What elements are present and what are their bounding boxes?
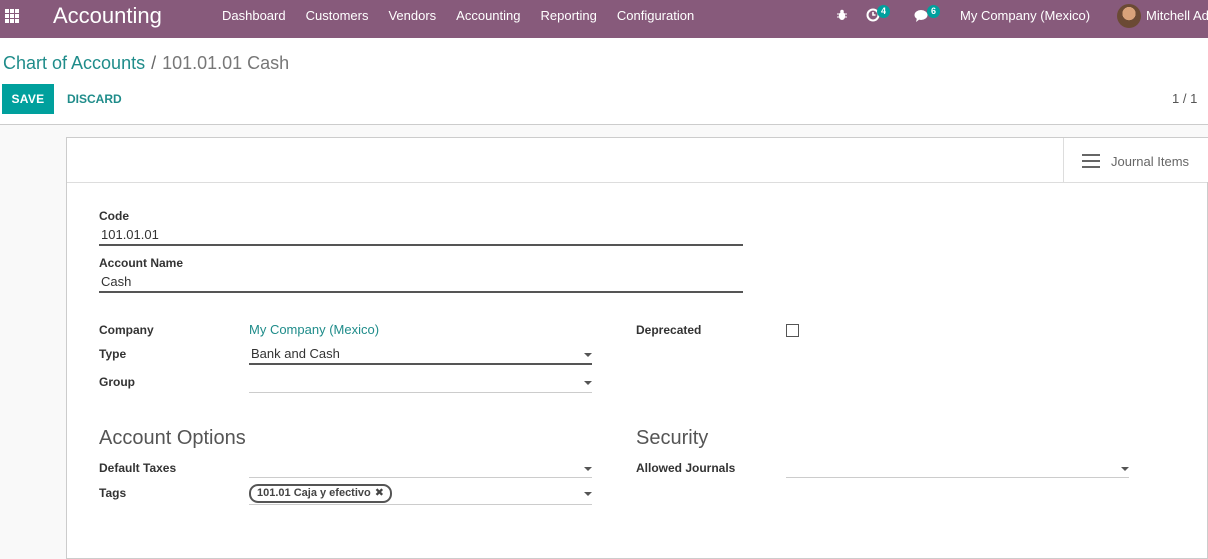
- journal-items-button[interactable]: Journal Items: [1063, 138, 1208, 182]
- discard-button[interactable]: DISCARD: [60, 84, 129, 114]
- tag-remove-icon[interactable]: ✖: [375, 487, 384, 499]
- type-select[interactable]: [249, 345, 592, 365]
- user-avatar[interactable]: [1117, 4, 1141, 28]
- default-taxes-dropdown-icon[interactable]: [584, 467, 592, 471]
- menu-customers[interactable]: Customers: [306, 0, 369, 38]
- breadcrumb-chart-of-accounts[interactable]: Chart of Accounts: [3, 53, 145, 73]
- tags-label: Tags: [99, 486, 127, 500]
- allowed-journals-dropdown-icon[interactable]: [1121, 467, 1129, 471]
- code-label: Code: [99, 209, 129, 223]
- menu-reporting[interactable]: Reporting: [541, 0, 597, 38]
- allowed-journals-label: Allowed Journals: [636, 461, 736, 475]
- allowed-journals-input[interactable]: [786, 458, 1129, 478]
- tag-chip: 101.01 Caja y efectivo ✖: [249, 484, 392, 503]
- breadcrumb-separator: /: [151, 53, 157, 73]
- debug-bug-icon[interactable]: [836, 9, 848, 21]
- user-menu[interactable]: Mitchell Ad: [1146, 0, 1208, 32]
- company-label: Company: [99, 323, 154, 337]
- menu-dashboard[interactable]: Dashboard: [222, 0, 286, 38]
- default-taxes-label: Default Taxes: [99, 461, 177, 475]
- account-name-label: Account Name: [99, 256, 184, 270]
- apps-grid-icon[interactable]: [5, 9, 19, 23]
- group-select[interactable]: [249, 373, 592, 393]
- account-name-input[interactable]: [99, 273, 743, 293]
- account-options-title: Account Options: [99, 427, 246, 449]
- group-dropdown-icon[interactable]: [584, 381, 592, 385]
- save-button[interactable]: SAVE: [2, 84, 54, 114]
- main-menu: Dashboard Customers Vendors Accounting R…: [222, 0, 714, 38]
- list-icon: [1082, 154, 1100, 168]
- security-title: Security: [636, 427, 709, 449]
- tags-dropdown-icon[interactable]: [584, 492, 592, 496]
- menu-vendors[interactable]: Vendors: [388, 0, 436, 38]
- code-input[interactable]: [99, 226, 743, 246]
- default-taxes-input[interactable]: [249, 458, 592, 478]
- menu-accounting[interactable]: Accounting: [456, 0, 520, 38]
- app-brand[interactable]: Accounting: [53, 3, 162, 29]
- deprecated-label: Deprecated: [636, 323, 702, 337]
- top-navbar: Accounting Dashboard Customers Vendors A…: [0, 0, 1208, 38]
- activity-count-badge: 4: [877, 5, 891, 18]
- breadcrumb-current-record: 101.01.01 Cash: [162, 53, 290, 73]
- group-label: Group: [99, 375, 135, 389]
- breadcrumb: Chart of Accounts /101.01.01 Cash: [3, 52, 289, 74]
- record-pager[interactable]: 1 / 1: [1172, 91, 1197, 106]
- company-switcher[interactable]: My Company (Mexico): [960, 0, 1090, 32]
- form-sheet: Journal Items Code Account Name Company …: [66, 137, 1208, 559]
- messages-count-badge: 6: [927, 5, 941, 18]
- control-panel: Chart of Accounts /101.01.01 Cash SAVE DI…: [0, 38, 1208, 125]
- deprecated-checkbox[interactable]: [786, 324, 799, 337]
- menu-configuration[interactable]: Configuration: [617, 0, 694, 38]
- tag-chip-label: 101.01 Caja y efectivo: [257, 487, 371, 499]
- company-link[interactable]: My Company (Mexico): [249, 322, 379, 337]
- journal-items-label: Journal Items: [1111, 154, 1190, 169]
- smart-button-box: Journal Items: [67, 138, 1208, 183]
- type-dropdown-icon[interactable]: [584, 353, 592, 357]
- type-label: Type: [99, 347, 127, 361]
